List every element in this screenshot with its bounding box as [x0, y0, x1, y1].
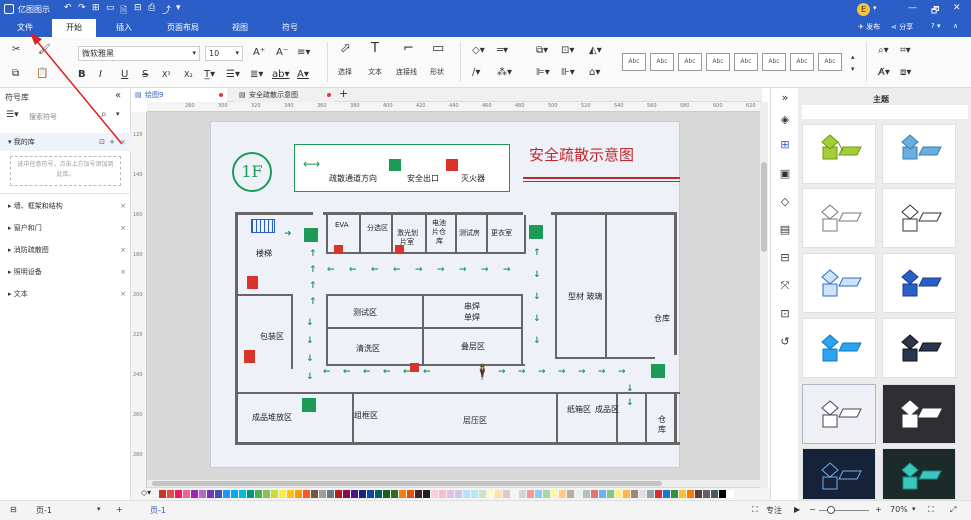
annotation-arrow [30, 33, 123, 145]
